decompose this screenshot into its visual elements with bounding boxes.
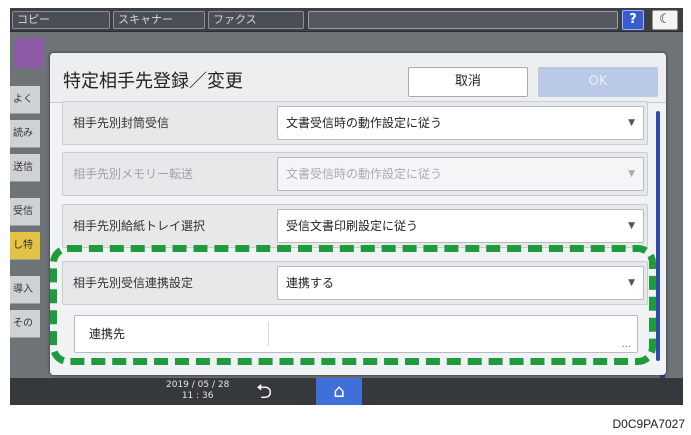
dropdown-arrow-icon: ▼ <box>628 221 635 231</box>
sidebar-item: 読み <box>10 120 40 148</box>
row-label: 相手先別受信連携設定 <box>73 276 194 290</box>
link-destination-field[interactable]: 連携先 ... <box>74 315 638 353</box>
row-label: 相手先別封筒受信 <box>73 116 170 130</box>
app-icon <box>14 38 44 68</box>
back-icon[interactable]: ⮌ <box>248 381 280 403</box>
paper-tray-select[interactable]: 受信文書印刷設定に従う ▼ <box>277 209 644 243</box>
row-label: 相手先別メモリー転送 <box>73 167 194 181</box>
status-field[interactable] <box>308 11 618 29</box>
destination-label: 連携先 <box>89 327 126 341</box>
row-label: 相手先別給紙トレイ選択 <box>73 219 206 233</box>
envelope-reception-select[interactable]: 文書受信時の動作設定に従う ▼ <box>277 106 644 140</box>
select-value: 受信文書印刷設定に従う <box>286 219 419 233</box>
sidebar-item: 導入 <box>10 276 40 304</box>
sidebar-item: し特 <box>10 232 40 260</box>
dropdown-arrow-icon: ▼ <box>628 169 635 179</box>
device-screen: コピー スキャナー ファクス ? ☾ よく 読み 送信 受信 し特 導入 その … <box>10 8 683 405</box>
figure-code: D0C9PA7027 <box>612 417 686 431</box>
row-reception-link[interactable]: 相手先別受信連携設定 連携する ▼ <box>62 261 648 305</box>
dropdown-arrow-icon: ▼ <box>628 118 635 128</box>
divider <box>268 322 269 346</box>
top-tab-bar: コピー スキャナー ファクス ? ☾ <box>10 8 683 32</box>
date-time: 2019 / 05 / 28 11 : 36 <box>166 380 229 402</box>
sidebar-item: その <box>10 310 40 338</box>
date-text: 2019 / 05 / 28 <box>166 380 230 390</box>
background-sidebar: よく 読み 送信 受信 し特 導入 その <box>10 86 40 366</box>
cancel-button[interactable]: 取消 <box>408 67 528 97</box>
tab-fax[interactable]: ファクス <box>208 11 304 29</box>
help-button[interactable]: ? <box>622 10 644 30</box>
dropdown-arrow-icon: ▼ <box>628 278 635 288</box>
night-mode-button[interactable]: ☾ <box>652 10 678 30</box>
tab-scanner[interactable]: スキャナー <box>113 11 205 29</box>
sidebar-item: よく <box>10 86 40 114</box>
time-text: 11 : 36 <box>181 391 214 401</box>
tab-copy[interactable]: コピー <box>12 11 110 29</box>
sidebar-item: 送信 <box>10 154 40 182</box>
more-icon[interactable]: ... <box>621 339 631 350</box>
dialog-scrollbar[interactable] <box>656 111 660 361</box>
select-value: 連携する <box>286 276 335 290</box>
dialog-header: 特定相手先登録／変更 取消 OK <box>50 53 666 103</box>
sidebar-item: 受信 <box>10 198 40 226</box>
row-memory-forward: 相手先別メモリー転送 文書受信時の動作設定に従う ▼ <box>62 152 648 196</box>
row-paper-tray[interactable]: 相手先別給紙トレイ選択 受信文書印刷設定に従う ▼ <box>62 204 648 248</box>
ok-button[interactable]: OK <box>538 67 658 97</box>
select-value: 文書受信時の動作設定に従う <box>286 116 443 130</box>
dialog-title: 特定相手先登録／変更 <box>63 71 243 92</box>
home-icon[interactable]: ⌂ <box>316 378 362 405</box>
register-dialog: 特定相手先登録／変更 取消 OK 相手先別封筒受信 文書受信時の動作設定に従う … <box>50 53 666 375</box>
memory-forward-select: 文書受信時の動作設定に従う ▼ <box>277 157 644 191</box>
reception-link-select[interactable]: 連携する ▼ <box>277 266 644 300</box>
row-envelope-reception[interactable]: 相手先別封筒受信 文書受信時の動作設定に従う ▼ <box>62 101 648 145</box>
select-value: 文書受信時の動作設定に従う <box>286 167 443 181</box>
bottom-bar: 2019 / 05 / 28 11 : 36 ⮌ ⌂ <box>10 378 683 405</box>
